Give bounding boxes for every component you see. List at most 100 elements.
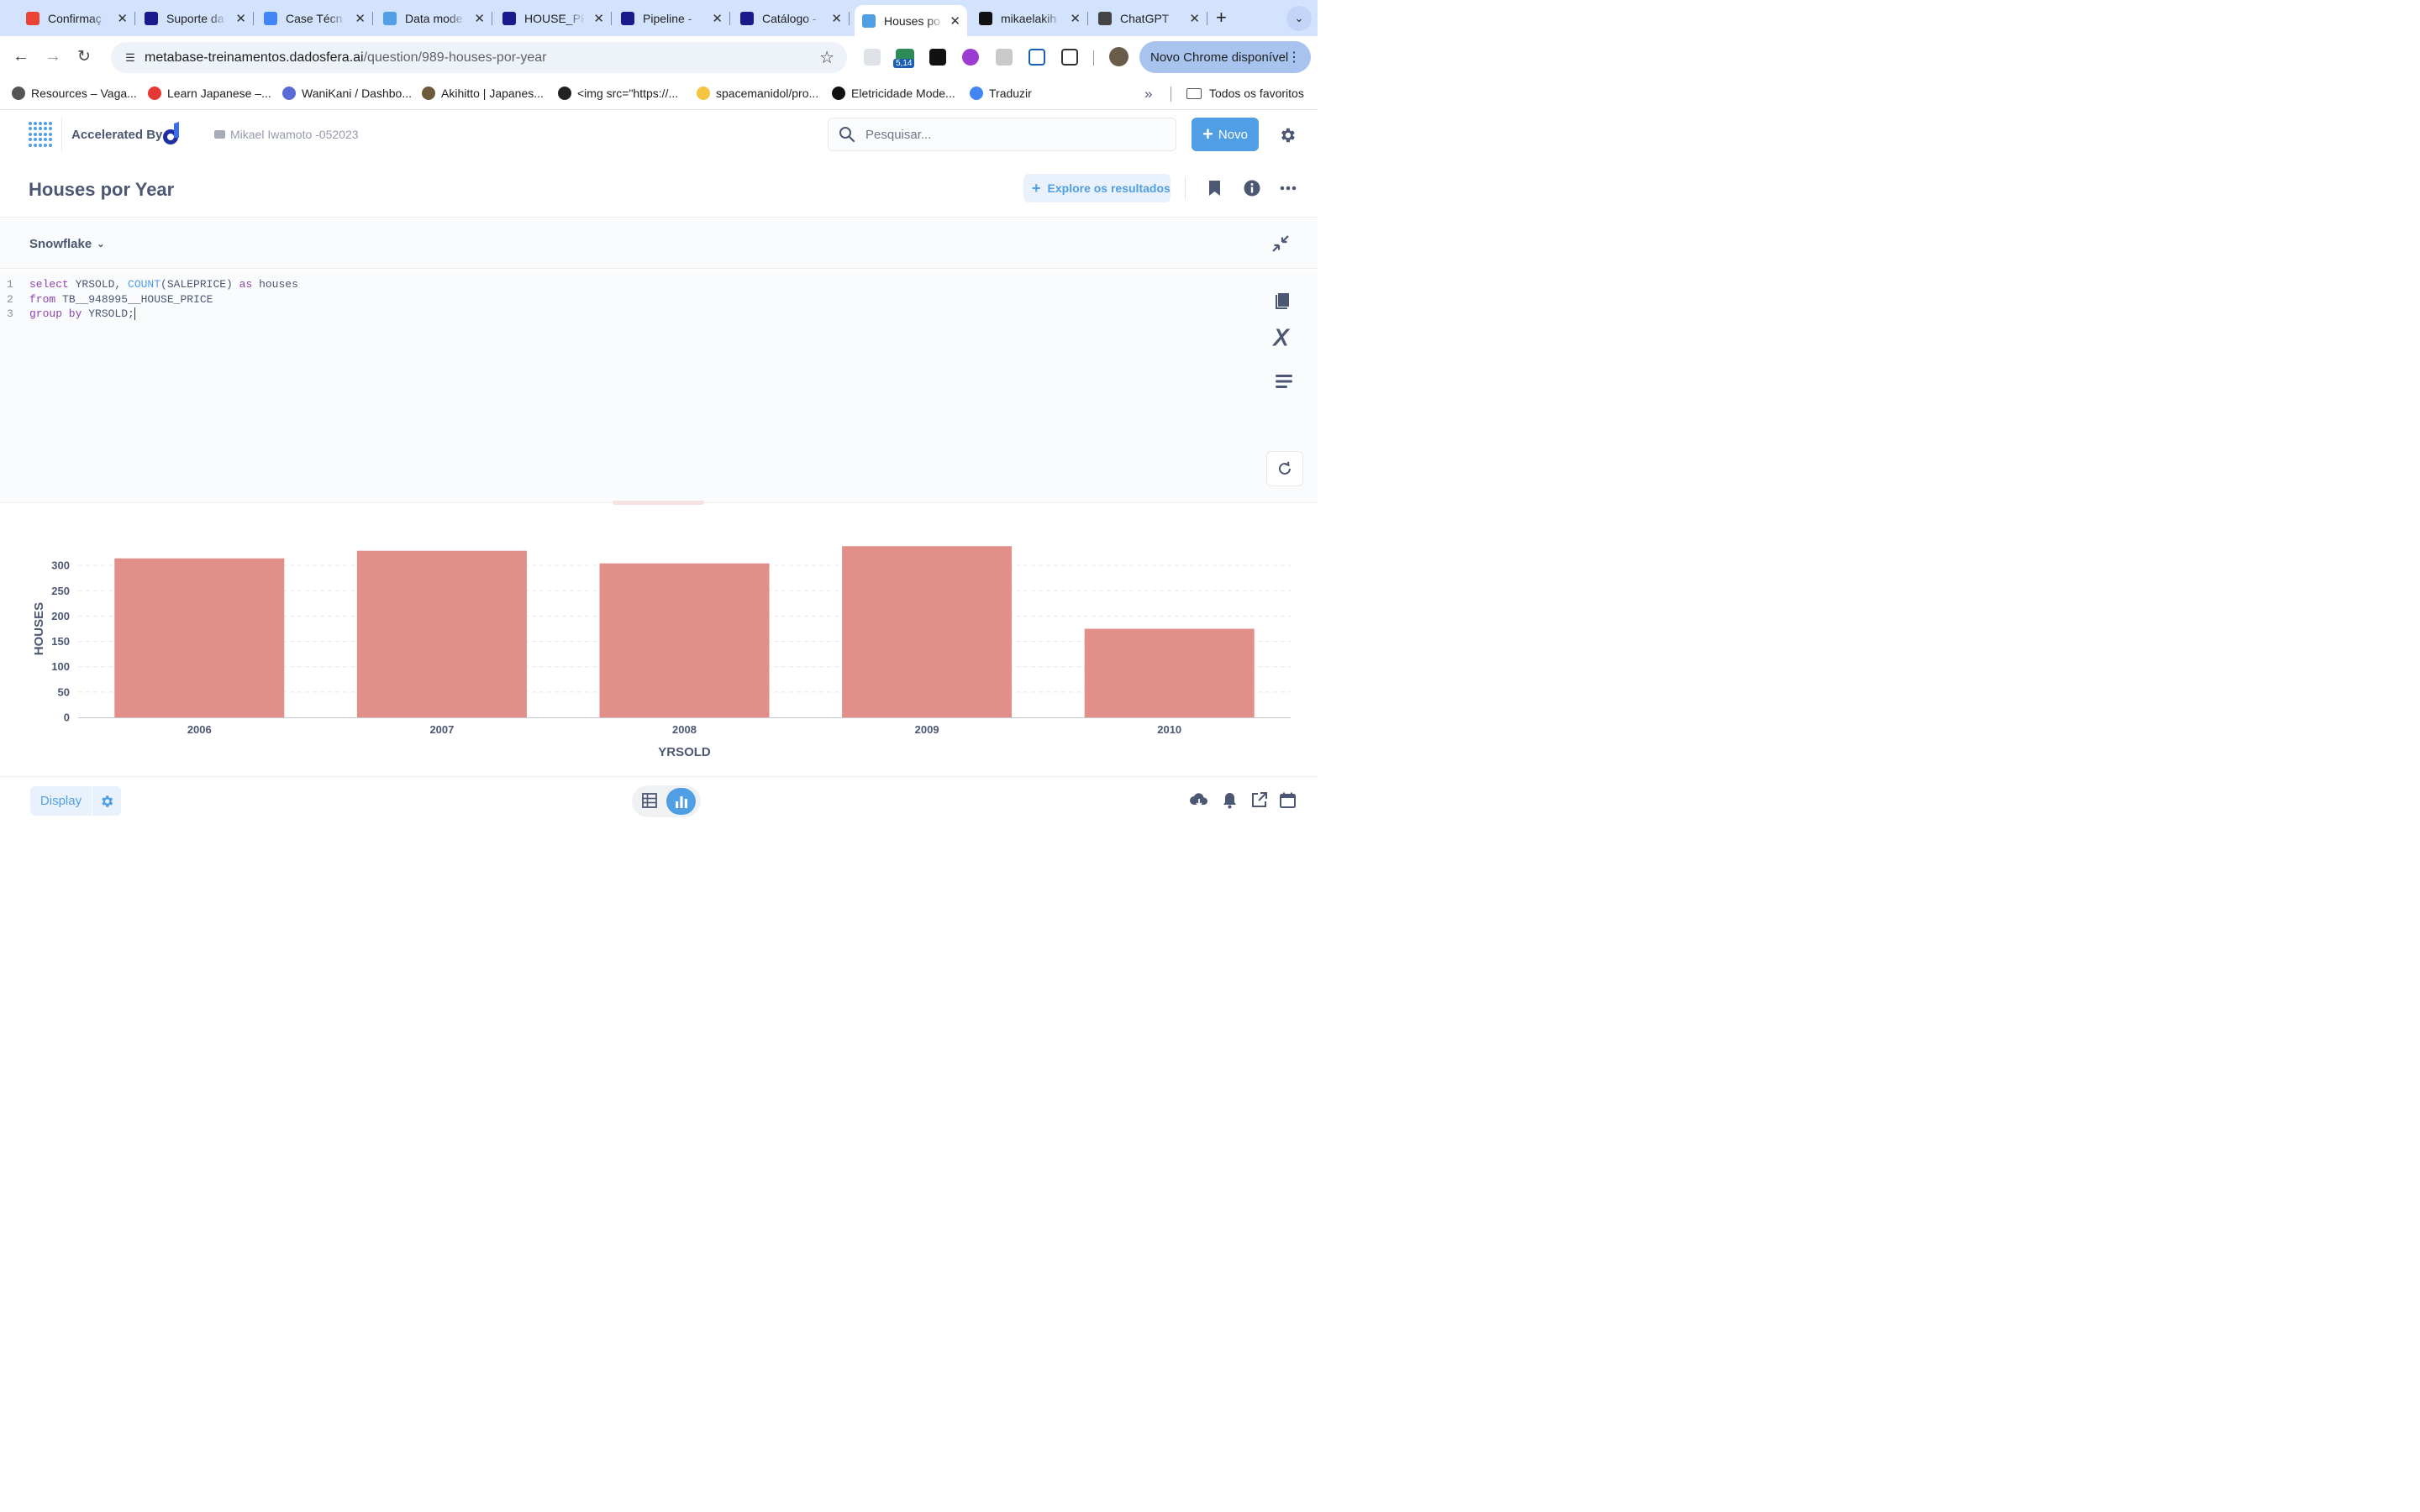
search-icon (839, 127, 855, 143)
line-number: 1 (7, 278, 13, 291)
close-tab-icon[interactable]: ✕ (950, 13, 960, 29)
header-divider (1185, 176, 1186, 200)
close-tab-icon[interactable]: ✕ (474, 11, 485, 26)
brand-label: Accelerated By (71, 128, 163, 142)
bar (842, 546, 1013, 717)
close-tab-icon[interactable]: ✕ (712, 11, 723, 26)
url-text[interactable]: metabase-treinamentos.dadosfera.ai/quest… (145, 50, 547, 66)
tab-search-icon[interactable]: ⌄ (1286, 6, 1312, 31)
download-icon[interactable] (1190, 792, 1208, 809)
close-tab-icon[interactable]: ✕ (1070, 11, 1081, 26)
extension-icon[interactable] (996, 49, 1013, 66)
chrome-update-button[interactable]: Novo Chrome disponível ⋮ (1139, 41, 1311, 73)
translate-extension-icon[interactable] (1028, 49, 1045, 66)
browser-tab[interactable]: mikaelakih ✕ (971, 5, 1088, 31)
browser-tab[interactable]: Confirmaç ✕ (18, 5, 135, 31)
info-icon[interactable] (1244, 180, 1260, 197)
close-tab-icon[interactable]: ✕ (235, 11, 246, 26)
more-bookmarks-icon[interactable]: » (1144, 86, 1152, 102)
close-tab-icon[interactable]: ✕ (355, 11, 366, 26)
bookmark-item[interactable]: <img src="https://... (558, 87, 678, 100)
more-icon[interactable] (1280, 186, 1297, 191)
more-vert-icon[interactable]: ⋮ (1287, 49, 1301, 66)
run-query-button[interactable] (1266, 451, 1303, 486)
display-button[interactable]: Display (30, 786, 92, 816)
close-tab-icon[interactable]: ✕ (1189, 11, 1200, 26)
extensions-puzzle-icon[interactable] (1061, 49, 1078, 66)
browser-tab[interactable]: Data mode ✕ (376, 5, 492, 31)
browser-tab[interactable]: Case Técn ✕ (256, 5, 373, 31)
address-bar[interactable]: ☰ metabase-treinamentos.dadosfera.ai/que… (111, 42, 847, 73)
browser-tab[interactable]: Pipeline - ✕ (613, 5, 730, 31)
reload-icon[interactable]: ↻ (77, 47, 91, 66)
sql-keyword: group by (29, 307, 82, 320)
browser-tab[interactable]: Houses po ✕ (855, 5, 967, 36)
explore-results-button[interactable]: + Explore os resultados (1023, 174, 1171, 202)
chevron-down-icon: ⌄ (97, 239, 105, 249)
bookmark-item[interactable]: Eletricidade Mode... (832, 87, 955, 100)
forward-icon[interactable]: → (45, 47, 61, 66)
bookmark-item[interactable]: Akihitto | Japanes... (422, 87, 544, 100)
calendar-icon[interactable] (1280, 792, 1296, 808)
close-tab-icon[interactable]: ✕ (593, 11, 604, 26)
database-picker[interactable]: Snowflake ⌄ (29, 237, 104, 251)
browser-tab[interactable]: HOUSE_PR ✕ (495, 5, 612, 31)
bookmark-item[interactable]: Learn Japanese –... (148, 87, 271, 100)
x-tick-label: 2007 (429, 723, 454, 736)
extension-icon[interactable] (962, 49, 979, 66)
extension-icon[interactable] (929, 49, 946, 66)
all-bookmarks-button[interactable]: Todos os favoritos (1186, 87, 1304, 100)
share-icon[interactable] (1251, 792, 1267, 808)
bookmark-item[interactable]: spacemanidol/pro... (697, 87, 818, 100)
variables-icon[interactable]: 𝘟 (1274, 327, 1289, 350)
visualization-settings-button[interactable] (92, 786, 121, 816)
sql-editor[interactable]: 1 select YRSOLD, COUNT(SALEPRICE) as hous… (0, 270, 1318, 503)
bookmark-label: Eletricidade Mode... (851, 87, 955, 100)
bookmark-item[interactable]: Resources – Vaga... (12, 87, 137, 100)
gear-icon[interactable] (1278, 126, 1297, 144)
code-line[interactable]: from TB__948995__HOUSE_PRICE (29, 292, 213, 307)
browser-tab[interactable]: Suporte da ✕ (137, 5, 254, 31)
toolbar-divider (1093, 50, 1094, 66)
sql-token: TB__948995__HOUSE_PRICE (55, 292, 213, 306)
new-tab-icon[interactable]: + (1216, 7, 1227, 29)
sql-token: (SALEPRICE) (160, 278, 239, 291)
table-view-icon[interactable] (642, 793, 657, 808)
bookmark-icon[interactable] (1208, 180, 1221, 197)
google-docs-icon (264, 11, 277, 25)
extension-icon[interactable] (864, 49, 881, 66)
search-bar[interactable] (828, 118, 1176, 151)
search-input[interactable] (865, 127, 1151, 142)
collapse-editor-icon[interactable] (1271, 234, 1290, 253)
browser-tab[interactable]: Catálogo - ✕ (733, 5, 850, 31)
dadosfera-icon (502, 11, 516, 25)
chart-view-button[interactable] (666, 788, 696, 815)
bell-icon[interactable] (1223, 792, 1237, 809)
close-tab-icon[interactable]: ✕ (831, 11, 842, 26)
view-toggle (632, 785, 701, 817)
browser-tab-strip: Confirmaç ✕ Suporte da ✕ Case Técn ✕ Data mode… (0, 0, 1318, 36)
metabase-logo-icon[interactable] (29, 122, 52, 147)
bookmark-item[interactable]: Traduzir (970, 87, 1032, 100)
breadcrumb[interactable]: Mikael Iwamoto -052023 (214, 128, 359, 141)
new-button[interactable]: + Novo (1192, 118, 1259, 151)
data-reference-icon[interactable] (1275, 291, 1293, 309)
site-info-icon[interactable]: ☰ (119, 47, 141, 69)
browser-tab[interactable]: ChatGPT ✕ (1091, 5, 1207, 31)
code-line[interactable]: select YRSOLD, COUNT(SALEPRICE) as house… (29, 277, 298, 292)
bookmarks-bar: » Todos os favoritos Resources – Vaga...… (0, 78, 1318, 110)
bookmark-item[interactable]: WaniKani / Dashbo... (282, 87, 412, 100)
question-title[interactable]: Houses por Year (29, 179, 174, 201)
snippets-icon[interactable] (1275, 374, 1293, 389)
code-icon (558, 87, 571, 100)
bookmark-label: Traduzir (989, 87, 1032, 100)
circle-icon (832, 87, 845, 100)
code-line[interactable]: group by YRSOLD; (29, 307, 135, 322)
openai-icon (1098, 11, 1112, 25)
sql-keyword: select (29, 278, 69, 291)
bookmark-star-icon[interactable]: ☆ (819, 47, 834, 68)
back-icon[interactable]: ← (13, 47, 29, 66)
close-tab-icon[interactable]: ✕ (117, 11, 128, 26)
profile-avatar[interactable] (1109, 47, 1128, 66)
gear-icon (102, 795, 113, 807)
